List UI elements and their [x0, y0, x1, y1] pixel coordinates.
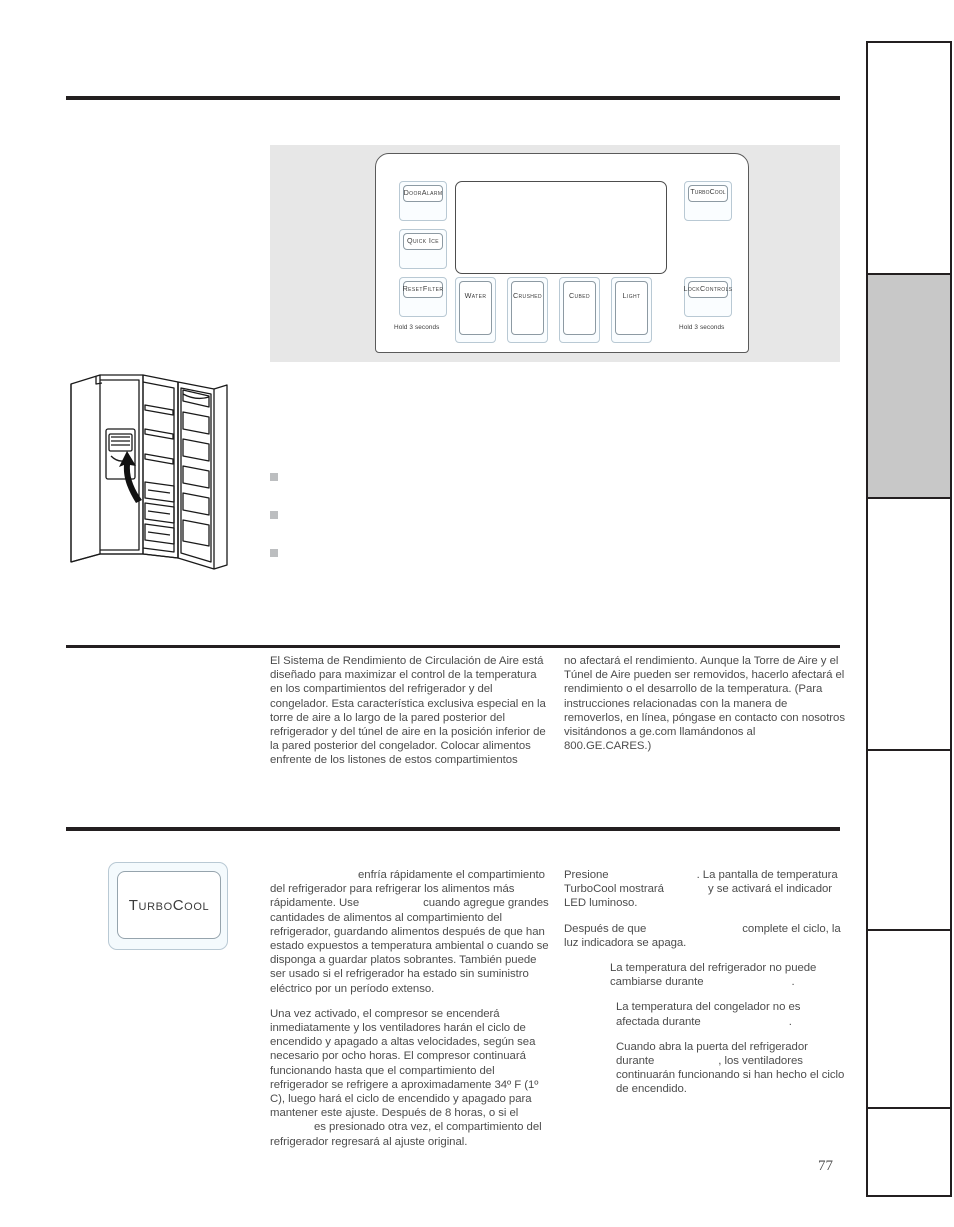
light-button-label: Light [615, 281, 648, 335]
turbocool-right-p2-part-a: Después de que [564, 922, 647, 935]
crushed-ice-button[interactable]: Crushed [507, 277, 548, 343]
section-rule-top [66, 96, 840, 100]
turbocool-note-1-part-a: La temperatura del refrigerador no puede… [610, 962, 817, 989]
door-alarm-button-label: Door Alarm [403, 185, 443, 202]
feature-bullet-list [270, 468, 830, 582]
water-button-label: Water [459, 281, 492, 335]
turbocool-left-column: enfría rápidamente el compartimiento del… [270, 868, 550, 1160]
reset-filter-button[interactable]: Reset Filter [399, 277, 447, 317]
margin-tab-segment-3 [866, 497, 952, 751]
margin-tab-segment-5 [866, 929, 952, 1109]
turbocool-note-1: La temperatura del refrigerador no puede… [564, 961, 845, 989]
turbocool-right-p1-part-a: Presione [564, 869, 609, 881]
lock-controls-button[interactable]: Lock Controls [684, 277, 732, 317]
quick-ice-button-label: Quick Ice [403, 233, 443, 250]
turbocool-left-p1-part-b: cuando agregue grandes cantidades de ali… [270, 897, 549, 995]
turbocool-left-paragraph-2: Una vez activado, el compresor se encend… [270, 1007, 550, 1149]
list-item [270, 468, 830, 506]
turbocool-button[interactable]: TurboCool [684, 181, 732, 221]
margin-tab-strip [866, 41, 954, 1197]
margin-tab-segment-2-active [866, 273, 952, 499]
turbocool-button-face-label: TurboCool [117, 871, 221, 939]
airflow-right-paragraph: no afectará el rendimiento. Aunque la To… [564, 655, 845, 753]
water-button[interactable]: Water [455, 277, 496, 343]
lock-controls-hold-caption: Hold 3 seconds [679, 324, 725, 331]
control-panel-figure: Door Alarm Quick Ice Reset Filter TurboCoo… [270, 145, 840, 362]
airflow-right-column: no afectará el rendimiento. Aunque la To… [564, 654, 845, 764]
turbocool-left-paragraph-1: enfría rápidamente el compartimiento del… [270, 868, 550, 996]
door-alarm-button[interactable]: Door Alarm [399, 181, 447, 221]
cubed-ice-button[interactable]: Cubed [559, 277, 600, 343]
turbocool-button-illustration: TurboCool [108, 862, 228, 950]
crushed-button-label: Crushed [511, 281, 544, 335]
lock-label-line1: Lock [683, 284, 700, 294]
control-panel-body: Door Alarm Quick Ice Reset Filter TurboCoo… [375, 153, 749, 353]
airflow-left-paragraph: El Sistema de Rendimiento de Circulación… [270, 655, 546, 767]
airflow-left-column: El Sistema de Rendimiento de Circulación… [270, 654, 550, 779]
page-number: 77 [818, 1158, 833, 1174]
cubed-button-label: Cubed [563, 281, 596, 335]
turbocool-note-3: Cuando abra la puerta del refrigerador d… [564, 1040, 845, 1097]
document-page: Door Alarm Quick Ice Reset Filter TurboCoo… [0, 0, 954, 1227]
door-alarm-label-line2: Alarm [421, 188, 443, 198]
lock-controls-button-label: Lock Controls [684, 281, 732, 298]
lock-label-line2: Controls [699, 284, 733, 294]
door-alarm-label-line1: Door [403, 188, 422, 198]
margin-tab-segment-6 [866, 1107, 952, 1197]
turbocool-left-p2-part-a: Una vez activado, el compresor se encend… [270, 1007, 539, 1120]
turbocool-note-2-part-a: La temperatura del congelador no es afec… [616, 1001, 801, 1028]
bullet-square-icon [270, 473, 278, 481]
turbocool-note-1-part-b: . [791, 976, 795, 989]
quick-ice-button[interactable]: Quick Ice [399, 229, 447, 269]
bullet-square-icon [270, 549, 278, 557]
turbocool-right-column: Presione. La pantalla de temperatura Tur… [564, 868, 845, 1108]
refrigerator-illustration [66, 372, 258, 570]
turbocool-right-paragraph-1: Presione. La pantalla de temperatura Tur… [564, 868, 845, 911]
reset-filter-hold-caption: Hold 3 seconds [394, 324, 440, 331]
temperature-display-window [455, 181, 667, 274]
turbocool-right-paragraph-2: Después de que complete el ciclo, la luz … [564, 922, 845, 950]
turbocool-button-outer: TurboCool [108, 862, 228, 950]
refrigerator-line-drawing [70, 374, 228, 570]
bullet-square-icon [270, 511, 278, 519]
light-button[interactable]: Light [611, 277, 652, 343]
turbocool-left-p2-part-b: es presionado otra vez, el compartimient… [270, 1121, 542, 1148]
list-item [270, 506, 830, 544]
reset-filter-label-line1: Reset [402, 284, 423, 294]
reset-filter-button-label: Reset Filter [403, 281, 443, 298]
turbocool-button-label: TurboCool [688, 185, 728, 202]
margin-tab-segment-4 [866, 749, 952, 931]
turbocool-note-2-part-b: . [788, 1015, 792, 1028]
turbocool-note-2: La temperatura del congelador no es afec… [564, 1000, 845, 1028]
list-item [270, 544, 830, 582]
margin-tab-segment-1 [866, 41, 952, 275]
section-rule-middle [66, 645, 840, 648]
reset-filter-label-line2: Filter [422, 284, 444, 294]
section-rule-bottom [66, 827, 840, 831]
